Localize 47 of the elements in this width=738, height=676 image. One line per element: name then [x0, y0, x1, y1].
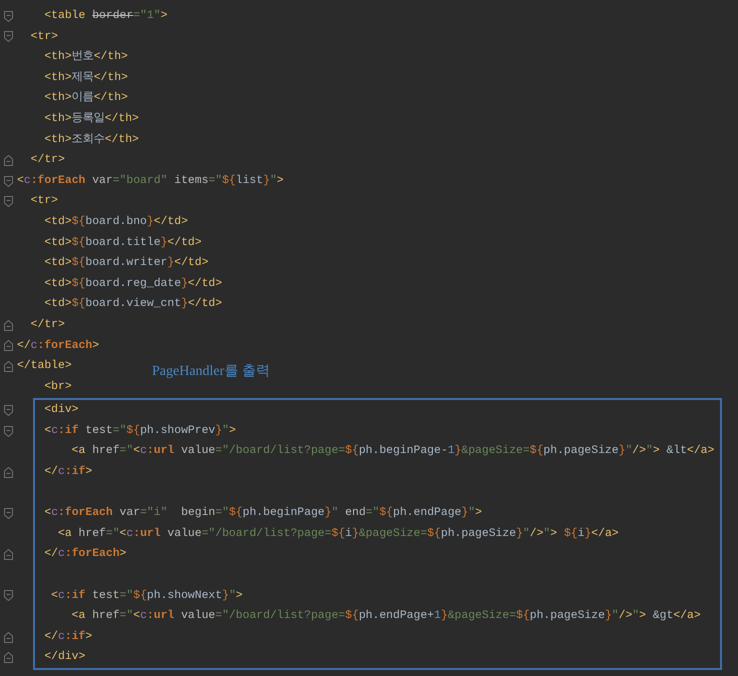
code-line: <th>번호</th> — [43, 49, 128, 66]
code-line: <a href="<c:url value="/board/list?page=${ph.beginPage-1}&pageSize=${ph.pageSize}"/>"> &lt</a> — [70, 444, 714, 460]
code-line: </c:if> — [43, 630, 92, 645]
code-line: <c:if test="${ph.showNext}"> — [50, 588, 243, 604]
code-line: <a href="<c:url value="/board/list?page=${ph.endPage+1}&pageSize=${ph.pageSize}"/>"> &gt</a> — [70, 608, 701, 624]
unfold-icon[interactable] — [4, 632, 13, 643]
fold-icon[interactable] — [4, 31, 13, 42]
code-line: </c:forEach> — [43, 546, 126, 562]
fold-icon[interactable] — [4, 426, 13, 437]
annotation: PageHandler를 출력 — [152, 363, 270, 381]
code-line: <th>제목</th> — [43, 70, 128, 86]
code-line: <th>등록일</th> — [43, 111, 139, 127]
code-line: <td>${board.title}</td> — [43, 236, 202, 251]
code-line: <td>${board.bno}</td> — [43, 214, 188, 230]
code-line: <a href="<c:url value="/board/list?page=${i}&pageSize=${ph.pageSize}"/>"> ${i}</a> — [57, 526, 619, 542]
code-line: <c:if test="${ph.showPrev}"> — [43, 424, 236, 439]
code-line: </table> — [17, 358, 72, 374]
code-line: </c:if> — [43, 464, 92, 480]
unfold-icon[interactable] — [4, 549, 13, 560]
code-line: <td>${board.view_cnt}</td> — [43, 296, 222, 312]
fold-icon[interactable] — [4, 196, 13, 208]
unfold-icon[interactable] — [4, 320, 13, 331]
unfold-icon[interactable] — [4, 340, 13, 352]
fold-icon[interactable] — [4, 405, 13, 416]
code-line: <th>이름</th> — [43, 90, 128, 106]
code-line: <th>조회수</th> — [43, 132, 139, 148]
code-line: </c:forEach> — [17, 338, 100, 354]
code-line: </div> — [43, 650, 86, 666]
code-line: <td>${board.reg_date}</td> — [43, 276, 222, 292]
fold-icon[interactable] — [4, 176, 13, 187]
code-line: </tr> — [30, 152, 65, 168]
fold-icon[interactable] — [4, 10, 13, 22]
code-line: <c:forEach var="i" begin="${ph.beginPage}" end="${ph.endPage}"> — [43, 506, 482, 522]
code-line: <div> — [43, 402, 79, 418]
unfold-icon[interactable] — [4, 360, 13, 372]
code-line: </tr> — [30, 318, 65, 333]
unfold-icon[interactable] — [4, 154, 13, 166]
fold-icon[interactable] — [4, 508, 13, 520]
fold-icon[interactable] — [4, 590, 13, 602]
code-line: <tr> — [30, 194, 58, 210]
code-line: <c:forEach var="board" items="${list}"> — [17, 174, 284, 189]
code-line: <br> — [43, 380, 72, 395]
code-line: <td>${board.writer}</td> — [43, 256, 208, 272]
unfold-icon[interactable] — [4, 466, 13, 478]
code-line: <tr> — [30, 30, 58, 45]
code-line: <table border="1"> — [43, 8, 168, 24]
unfold-icon[interactable] — [4, 652, 13, 664]
